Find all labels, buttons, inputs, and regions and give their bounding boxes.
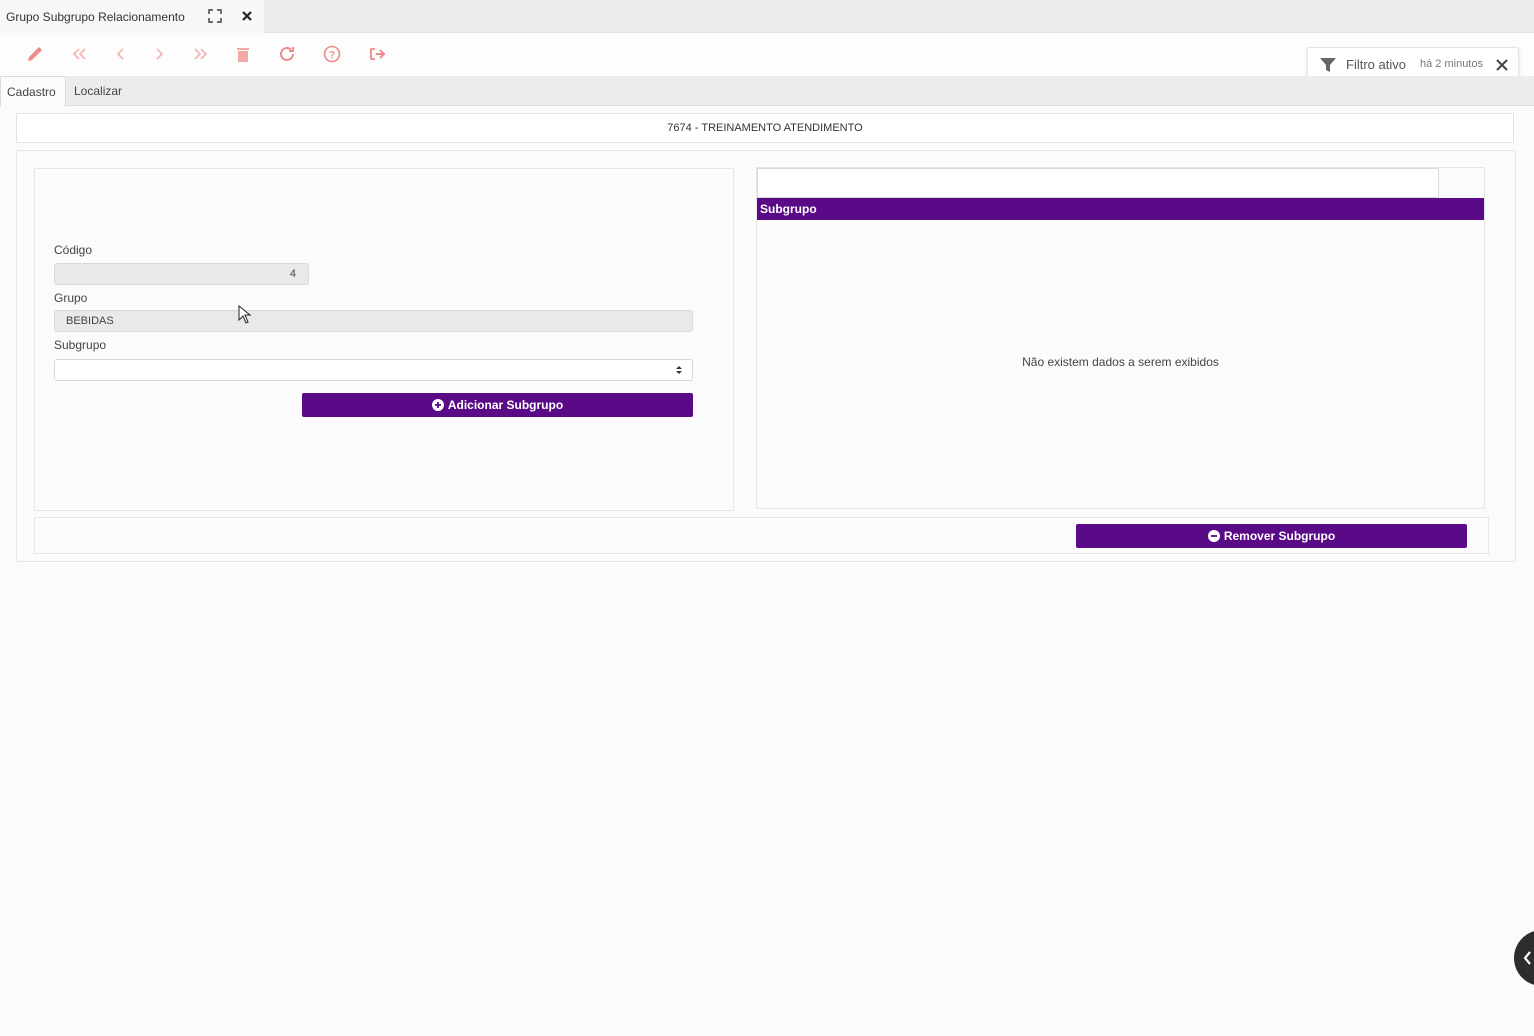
toolbar: ? [0,33,1534,76]
double-chevron-right-icon [194,48,208,60]
window-tab[interactable]: Grupo Subgrupo Relacionamento [0,0,264,33]
tab-label: Cadastro [7,85,56,99]
form-tabs: Cadastro Localizar [0,76,1534,107]
remove-subgrupo-label: Remover Subgrupo [1223,529,1336,543]
grupo-field: BEBIDAS [54,310,693,332]
refresh-icon [280,46,294,61]
filter-label: Filtro ativo [1346,57,1406,72]
refresh-button[interactable] [276,43,298,65]
double-chevron-left-icon [72,48,86,60]
grupo-value: BEBIDAS [66,315,114,327]
filter-icon [1320,58,1336,72]
last-record-button[interactable] [190,43,212,65]
company-name: 7674 - TREINAMENTO ATENDIMENTO [667,122,863,134]
chevron-left-icon [116,48,124,60]
app-root: Grupo Subgrupo Relacionamento ? Filtro a… [0,0,1534,1036]
side-panel-toggle[interactable] [1514,930,1534,986]
svg-text:?: ? [329,50,335,61]
previous-record-button[interactable] [110,43,132,65]
remove-subgrupo-button[interactable]: Remover Subgrupo [1076,524,1467,548]
company-header: 7674 - TREINAMENTO ATENDIMENTO [16,113,1514,143]
exit-button[interactable] [366,43,388,65]
plus-circle-icon [431,399,444,411]
next-record-button[interactable] [148,43,170,65]
chevron-right-icon [156,48,164,60]
minus-circle-icon [1207,530,1220,542]
close-icon[interactable] [240,9,254,23]
expand-icon[interactable] [208,9,222,23]
subgrupo-select[interactable] [54,359,693,381]
trash-icon [237,48,249,62]
window-tabbar: Grupo Subgrupo Relacionamento [0,0,1534,33]
mouse-cursor-icon [238,305,252,324]
window-tab-title: Grupo Subgrupo Relacionamento [6,9,185,24]
grid-column-header[interactable]: Subgrupo [757,198,1484,220]
codigo-label: Código [54,243,93,257]
first-record-button[interactable] [68,43,90,65]
select-caret-icon [676,366,682,374]
form-panel [34,168,734,511]
grid-column-label: Subgrupo [760,202,817,216]
add-subgrupo-button[interactable]: Adicionar Subgrupo [302,393,693,417]
tab-cadastro[interactable]: Cadastro [0,76,66,107]
chevron-left-icon [1523,951,1531,965]
add-subgrupo-label: Adicionar Subgrupo [447,398,564,412]
help-button[interactable]: ? [321,43,343,65]
exit-icon [370,48,386,60]
codigo-value: 4 [289,268,296,280]
tab-localizar[interactable]: Localizar [68,76,128,106]
close-filter-icon[interactable] [1494,57,1510,73]
filter-time: há 2 minutos [1420,58,1483,70]
edit-button[interactable] [24,43,46,65]
grupo-label: Grupo [54,291,88,305]
delete-button[interactable] [232,43,254,65]
help-icon: ? [323,45,341,63]
grid-empty-message: Não existem dados a serem exibidos [1022,355,1219,369]
pencil-icon [28,47,42,61]
grid-filter-input[interactable] [757,168,1439,198]
subgrupo-label: Subgrupo [54,338,107,352]
tab-label: Localizar [74,84,123,98]
codigo-field: 4 [54,263,309,285]
